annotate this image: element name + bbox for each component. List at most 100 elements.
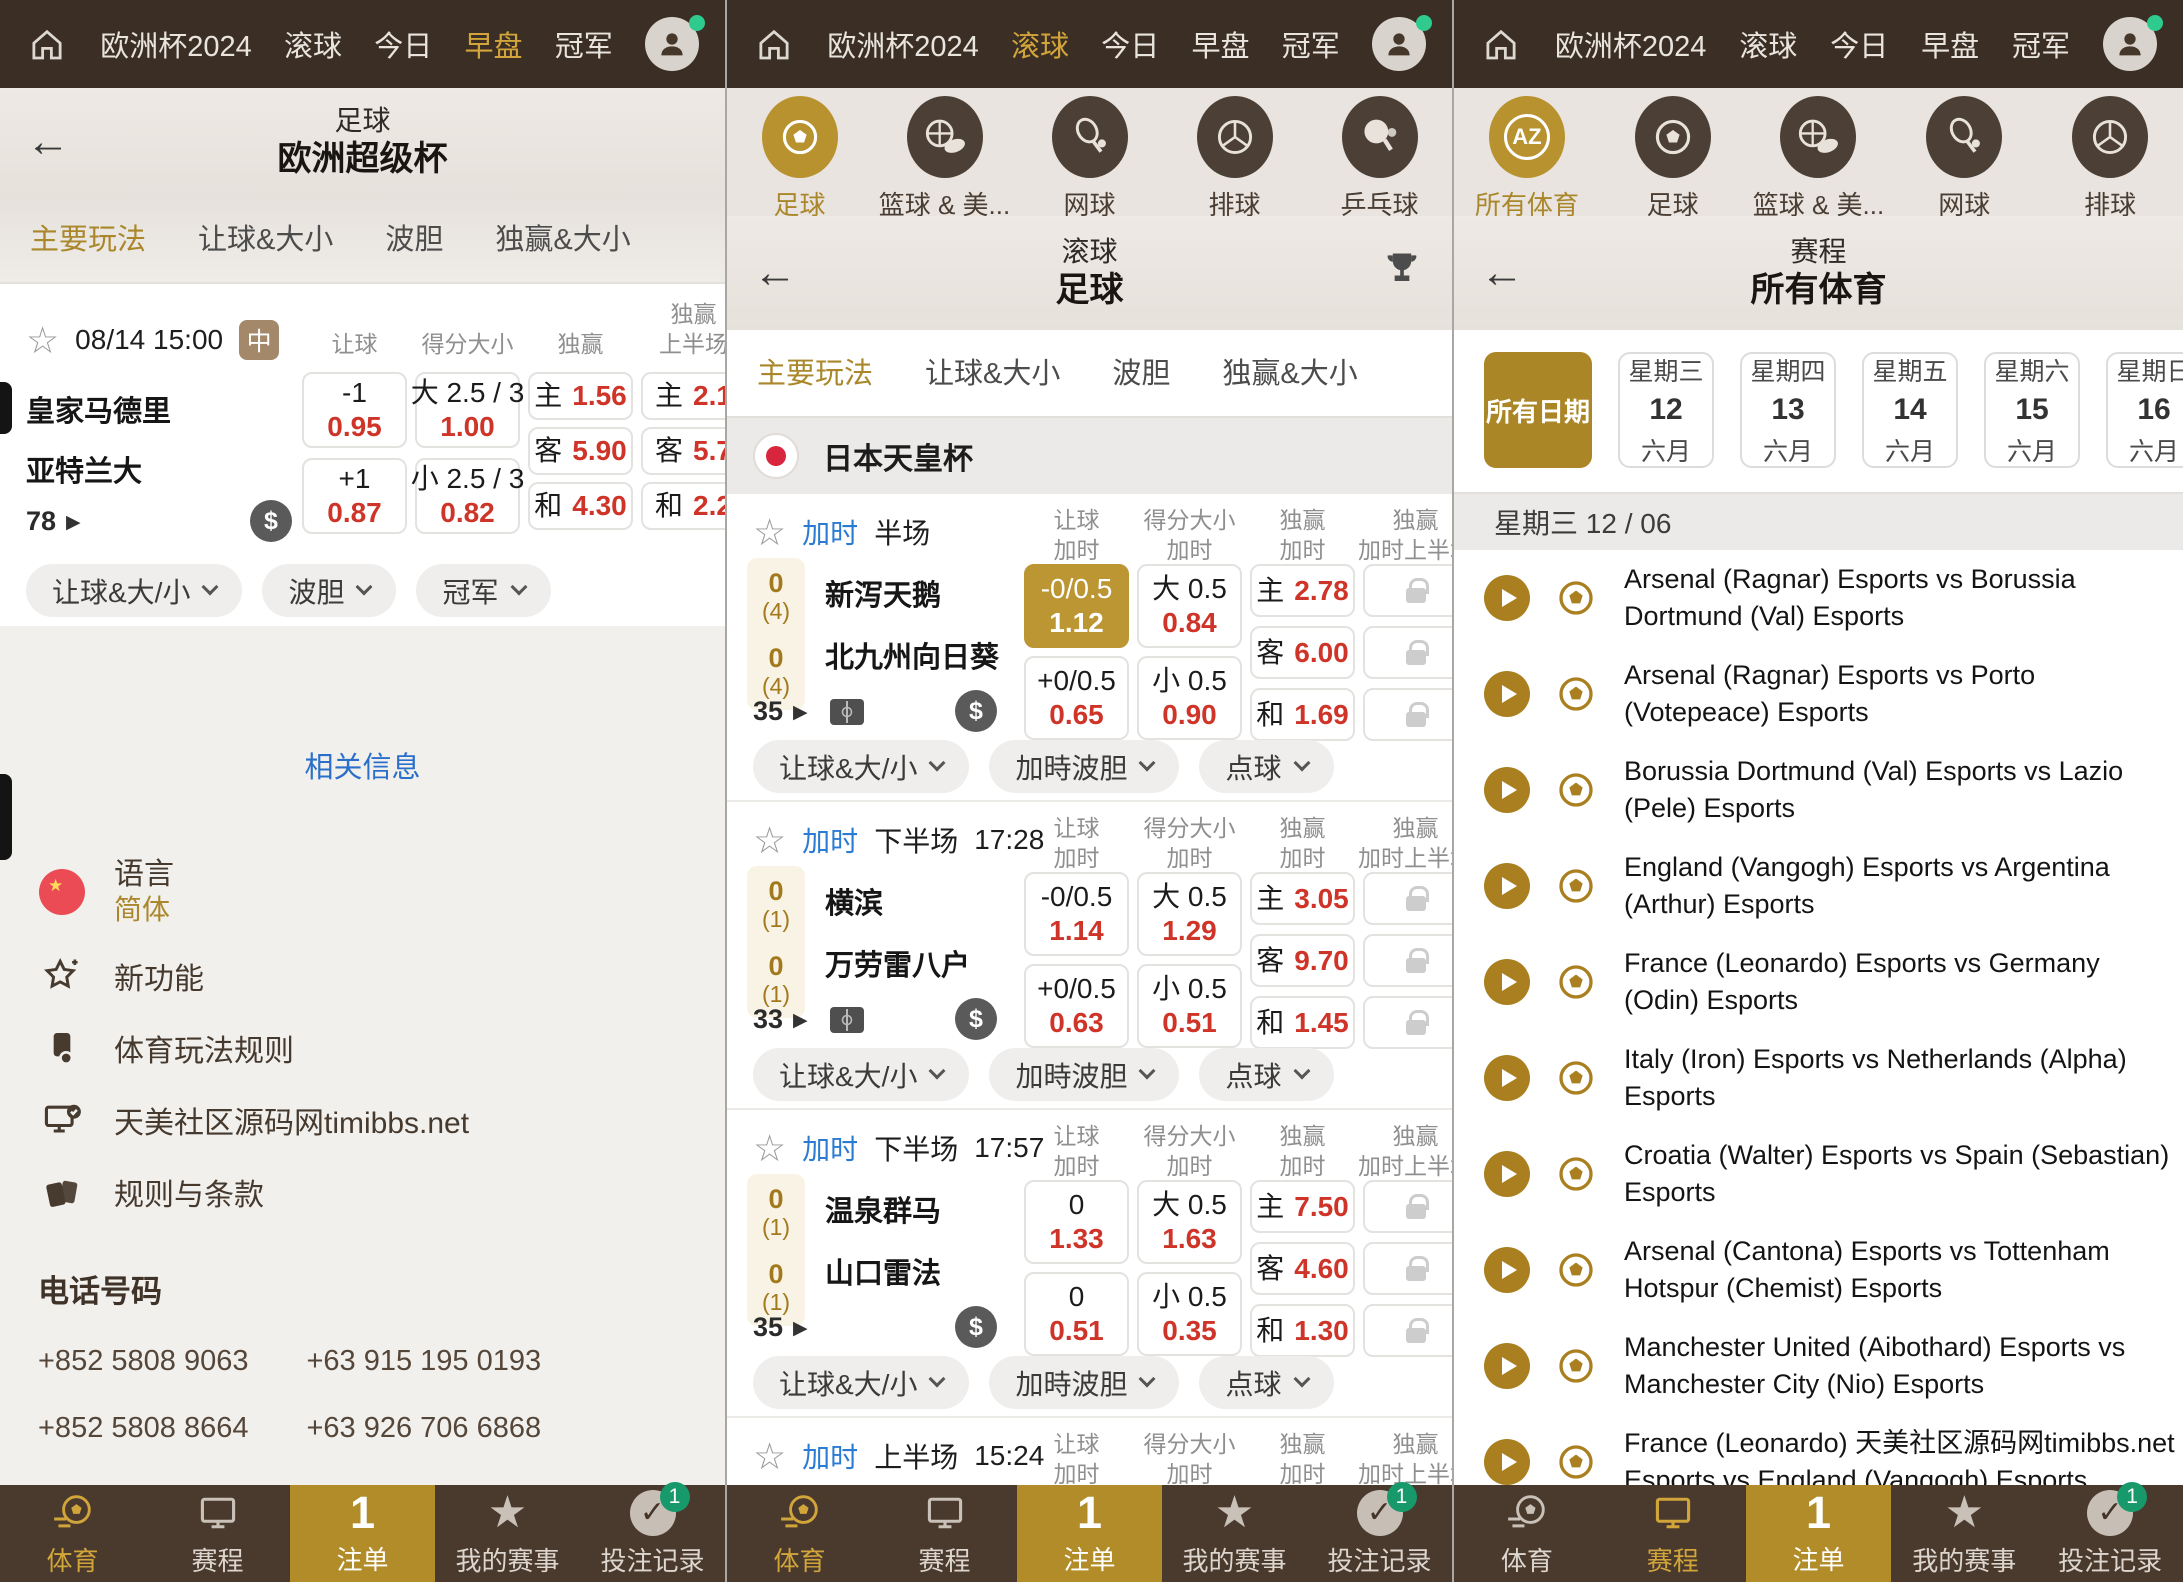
menu-site-link[interactable]: 天美社区源码网timibbs.net — [38, 1084, 687, 1156]
odds-win-draw[interactable]: 和1.30 — [1250, 1304, 1355, 1357]
list-item[interactable]: England (Vangogh) Esports vs Argentina (… — [1454, 838, 2183, 934]
bottomnav-sports[interactable]: 体育 — [1454, 1485, 1600, 1582]
tab-handicap-ou[interactable]: 让球&大小 — [925, 350, 1060, 392]
dropdown-penalty[interactable]: 点球 — [1199, 1356, 1333, 1409]
related-info-link[interactable]: 相关信息 — [0, 626, 725, 786]
cashout-dollar-icon[interactable]: $ — [955, 1306, 997, 1348]
dropdown-handicap-ou[interactable]: 让球&大/小 — [753, 1356, 969, 1409]
back-icon[interactable]: ← — [753, 251, 797, 295]
nav-outright[interactable]: 冠军 — [2012, 23, 2070, 65]
odds-handicap-home[interactable]: -0/0.51.12 — [1024, 564, 1129, 648]
date-card[interactable]: 星期五14六月 — [1862, 352, 1958, 468]
odds-handicap-away[interactable]: +0/0.50.65 — [1024, 656, 1129, 740]
list-item[interactable]: Arsenal (Cantona) Esports vs Tottenham H… — [1454, 1222, 2183, 1318]
nav-today[interactable]: 今日 — [1830, 23, 1888, 65]
tab-handicap-ou[interactable]: 让球&大小 — [198, 216, 333, 258]
bottomnav-records[interactable]: ✓1 投注记录 — [2037, 1485, 2183, 1582]
odds-handicap-home[interactable]: 01.33 — [1024, 1180, 1129, 1264]
avatar[interactable] — [2103, 17, 2157, 71]
avatar[interactable] — [1372, 17, 1426, 71]
home-icon[interactable] — [753, 23, 795, 65]
play-icon[interactable] — [1484, 1247, 1530, 1293]
sport-tennis[interactable]: 网球 — [1895, 96, 2033, 222]
nav-early[interactable]: 早盘 — [464, 23, 522, 65]
bottomnav-betslip[interactable]: 1 注单 — [1746, 1485, 1892, 1582]
odds-win-home[interactable]: 主3.05 — [1250, 872, 1355, 925]
play-icon[interactable] — [1484, 575, 1530, 621]
sport-tennis[interactable]: 网球 — [1021, 96, 1159, 222]
side-drawer-handle[interactable] — [0, 774, 12, 860]
odds-over[interactable]: 大 0.51.29 — [1137, 872, 1242, 956]
bottomnav-myevents[interactable]: ★ 我的赛事 — [1162, 1485, 1307, 1582]
odds-over[interactable]: 大 0.50.84 — [1137, 564, 1242, 648]
list-item[interactable]: Croatia (Walter) Esports vs Spain (Sebas… — [1454, 1126, 2183, 1222]
odds-under[interactable]: 小 2.5 / 30.82 — [415, 458, 520, 534]
list-item[interactable]: Borussia Dortmund (Val) Esports vs Lazio… — [1454, 742, 2183, 838]
bottomnav-myevents[interactable]: ★ 我的赛事 — [435, 1485, 580, 1582]
tab-win-ou[interactable]: 独赢&大小 — [495, 216, 630, 258]
date-card[interactable]: 星期日16六月 — [2106, 352, 2183, 468]
cashout-dollar-icon[interactable]: $ — [955, 998, 997, 1040]
play-icon[interactable] — [1484, 1055, 1530, 1101]
menu-sport-rules[interactable]: 体育玩法规则 — [38, 1012, 687, 1084]
tab-correct-score[interactable]: 波胆 — [385, 216, 443, 258]
odds-win-home[interactable]: 主7.50 — [1250, 1180, 1355, 1233]
menu-language[interactable]: ★ 语言简体 — [38, 844, 687, 940]
sport-basketball[interactable]: 篮球 & 美... — [876, 96, 1014, 222]
odds-handicap-home[interactable]: -10.95 — [302, 372, 407, 448]
nav-eurocup[interactable]: 欧洲杯2024 — [1555, 23, 1707, 65]
dropdown-handicap-ou[interactable]: 让球&大/小 — [26, 564, 242, 617]
nav-early[interactable]: 早盘 — [1921, 23, 1979, 65]
league-header[interactable]: 日本天皇杯 — [727, 418, 1452, 494]
favorite-star-icon[interactable]: ☆ — [26, 322, 59, 359]
favorite-star-icon[interactable]: ☆ — [753, 514, 786, 551]
odds-win-draw[interactable]: 和1.69 — [1250, 688, 1355, 741]
odds-win-home[interactable]: 主2.78 — [1250, 564, 1355, 617]
odds-winfh-away[interactable]: 客5.7 — [641, 427, 727, 475]
tab-main-markets[interactable]: 主要玩法 — [757, 350, 873, 392]
play-icon[interactable] — [1484, 1343, 1530, 1389]
bottomnav-sports[interactable]: 体育 — [727, 1485, 872, 1582]
date-card[interactable]: 星期四13六月 — [1740, 352, 1836, 468]
odds-handicap-home[interactable]: -0/0.51.14 — [1024, 872, 1129, 956]
play-icon[interactable] — [1484, 1151, 1530, 1197]
nav-inplay[interactable]: 滚球 — [1739, 23, 1797, 65]
menu-terms[interactable]: 规则与条款 — [38, 1156, 687, 1228]
bottomnav-betslip[interactable]: 1 注单 — [1017, 1485, 1162, 1582]
home-icon[interactable] — [1480, 23, 1522, 65]
back-icon[interactable]: ← — [1480, 251, 1524, 295]
odds-under[interactable]: 小 0.50.35 — [1137, 1272, 1242, 1356]
odds-win-home[interactable]: 主1.56 — [528, 372, 633, 420]
nav-early[interactable]: 早盘 — [1191, 23, 1249, 65]
odds-win-away[interactable]: 客6.00 — [1250, 626, 1355, 679]
bottomnav-records[interactable]: ✓1 投注记录 — [1307, 1485, 1452, 1582]
dropdown-correct-score[interactable]: 波胆 — [262, 564, 396, 617]
home-icon[interactable] — [26, 23, 68, 65]
play-icon[interactable] — [1484, 671, 1530, 717]
nav-outright[interactable]: 冠军 — [555, 23, 613, 65]
sport-volleyball[interactable]: 排球 — [1166, 96, 1304, 222]
sport-volleyball[interactable]: 排球 — [2041, 96, 2179, 222]
sport-tabletennis[interactable]: 乒乓球 — [1311, 96, 1449, 222]
more-markets[interactable]: 35▶ — [753, 696, 864, 727]
odds-handicap-away[interactable]: +10.87 — [302, 458, 407, 534]
trophy-icon[interactable] — [1380, 248, 1424, 298]
side-drawer-handle[interactable] — [0, 382, 12, 434]
odds-winfh-home[interactable]: 主2.1 — [641, 372, 727, 420]
odds-win-draw[interactable]: 和1.45 — [1250, 996, 1355, 1049]
dropdown-outright[interactable]: 冠军 — [416, 564, 550, 617]
list-item[interactable]: Italy (Iron) Esports vs Netherlands (Alp… — [1454, 1030, 2183, 1126]
back-icon[interactable]: ← — [26, 120, 70, 164]
nav-eurocup[interactable]: 欧洲杯2024 — [100, 23, 252, 65]
dropdown-penalty[interactable]: 点球 — [1199, 1048, 1333, 1101]
odds-handicap-away[interactable]: +0/0.50.63 — [1024, 964, 1129, 1048]
cashout-dollar-icon[interactable]: $ — [955, 690, 997, 732]
tab-correct-score[interactable]: 波胆 — [1112, 350, 1170, 392]
favorite-star-icon[interactable]: ☆ — [753, 822, 786, 859]
play-icon[interactable] — [1484, 863, 1530, 909]
nav-eurocup[interactable]: 欧洲杯2024 — [827, 23, 979, 65]
odds-under[interactable]: 小 0.50.51 — [1137, 964, 1242, 1048]
odds-win-away[interactable]: 客9.70 — [1250, 934, 1355, 987]
tab-win-ou[interactable]: 独赢&大小 — [1222, 350, 1357, 392]
list-item[interactable]: Arsenal (Ragnar) Esports vs Porto (Votep… — [1454, 646, 2183, 742]
